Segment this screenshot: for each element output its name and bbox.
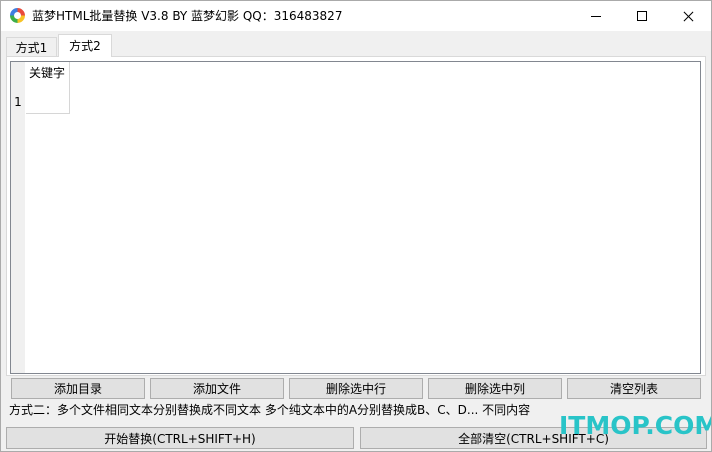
- window-title: 蓝梦HTML批量替换 V3.8 BY 蓝梦幻影 QQ：316483827: [32, 9, 343, 23]
- grid-row-header-bar: [11, 90, 25, 373]
- minimize-button[interactable]: [573, 1, 619, 31]
- grid-row-number[interactable]: 1: [11, 90, 25, 114]
- site-watermark: ITMOP.COM: [559, 411, 712, 440]
- method-description: 方式二：多个文件相同文本分别替换成不同文本 多个纯文本中的A分别替换成B、C、D…: [9, 403, 531, 417]
- grid-corner: [11, 62, 25, 90]
- tab-method-2[interactable]: 方式2: [58, 34, 112, 57]
- delete-selected-row-button[interactable]: 删除选中行: [289, 378, 423, 399]
- app-logo-icon: [10, 8, 25, 23]
- add-directory-button[interactable]: 添加目录: [11, 378, 145, 399]
- grid-column-header-keyword[interactable]: 关键字: [26, 62, 70, 114]
- close-button[interactable]: [665, 1, 711, 31]
- delete-selected-column-button[interactable]: 删除选中列: [428, 378, 562, 399]
- keyword-grid[interactable]: 关键字 1: [10, 61, 701, 374]
- title-bar[interactable]: 蓝梦HTML批量替换 V3.8 BY 蓝梦幻影 QQ：316483827: [1, 1, 711, 31]
- tab-method-1[interactable]: 方式1: [6, 37, 57, 57]
- app-window: 蓝梦HTML批量替换 V3.8 BY 蓝梦幻影 QQ：316483827 方式1…: [0, 0, 712, 452]
- clear-list-button[interactable]: 清空列表: [567, 378, 701, 399]
- add-file-button[interactable]: 添加文件: [150, 378, 284, 399]
- maximize-button[interactable]: [619, 1, 665, 31]
- start-replace-button[interactable]: 开始替换(CTRL+SHIFT+H): [6, 427, 354, 449]
